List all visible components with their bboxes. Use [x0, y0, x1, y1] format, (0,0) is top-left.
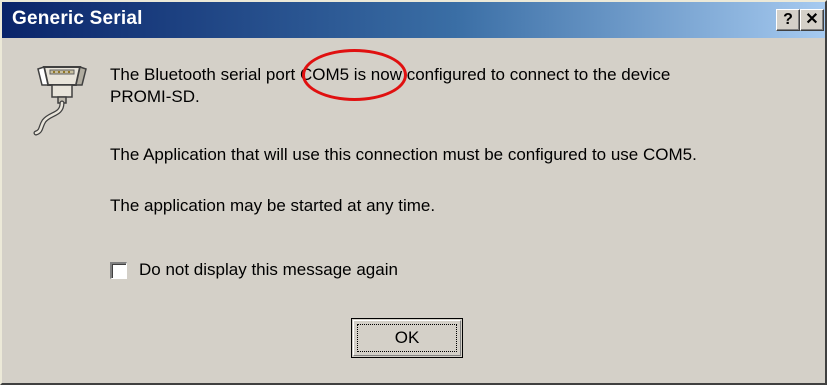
message-line-1: The Bluetooth serial port COM5 is now co…: [110, 64, 670, 86]
window-title: Generic Serial: [12, 8, 143, 29]
title-bar[interactable]: Generic Serial ? ✕: [2, 2, 825, 38]
ok-button[interactable]: OK: [351, 318, 463, 358]
message-text-before-port: The Bluetooth serial port: [110, 65, 300, 84]
dont-show-again-checkbox[interactable]: [110, 262, 127, 279]
dont-show-again-label[interactable]: Do not display this message again: [139, 260, 398, 280]
ok-button-label: OK: [394, 328, 420, 347]
help-button[interactable]: ?: [776, 9, 800, 31]
close-button[interactable]: ✕: [800, 9, 824, 31]
message-line-4: The application may be started at any ti…: [110, 196, 436, 215]
generic-serial-dialog: Generic Serial ? ✕ The Bluetooth serial …: [0, 0, 827, 385]
serial-port-connector-icon: [33, 66, 87, 136]
highlighted-port-name: COM5: [299, 65, 350, 84]
message-line-3: The Application that will use this conne…: [110, 145, 697, 164]
message-text-after-port: is now configured to connect to the devi…: [349, 65, 671, 84]
message-line-2: PROMI-SD.: [110, 87, 200, 106]
